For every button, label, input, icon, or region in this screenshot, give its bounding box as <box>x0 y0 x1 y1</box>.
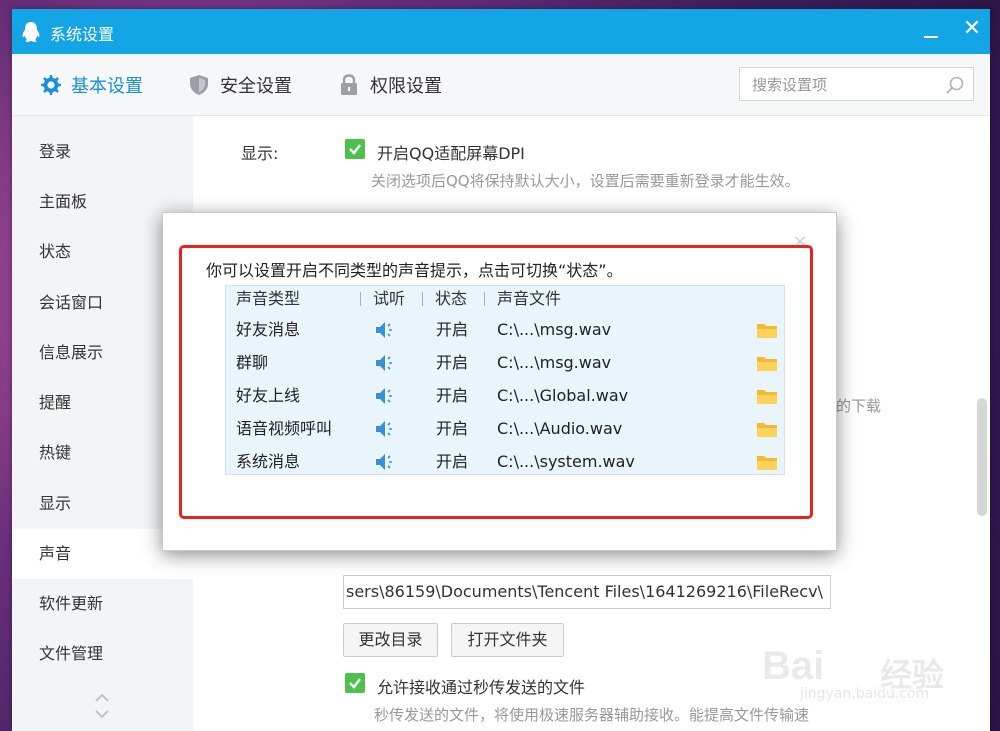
folder-icon[interactable] <box>756 453 778 471</box>
sound-file: C:\...\Audio.wav <box>497 419 623 438</box>
sound-file: C:\...\msg.wav <box>497 353 612 372</box>
sound-state[interactable]: 开启 <box>436 346 468 379</box>
speaker-icon[interactable] <box>374 387 394 405</box>
folder-icon[interactable] <box>756 387 778 405</box>
dpi-checkbox-label: 开启QQ适配屏幕DPI <box>377 144 525 163</box>
folder-icon[interactable] <box>756 354 778 372</box>
table-row[interactable]: 好友上线 开启 C:\...\Global.wav <box>226 379 784 412</box>
check-icon <box>349 144 361 155</box>
column-header-preview[interactable]: 试听 <box>373 286 405 312</box>
open-folder-button[interactable]: 打开文件夹 <box>451 623 564 657</box>
column-header-type[interactable]: 声音类型 <box>236 286 300 312</box>
search-box[interactable] <box>739 67 974 101</box>
gear-icon <box>41 75 61 95</box>
sidebar-item-login[interactable]: 登录 <box>12 127 193 177</box>
sidebar-item-file-management[interactable]: 文件管理 <box>12 629 193 679</box>
sound-type: 语音视频呼叫 <box>236 419 333 438</box>
accept-instant-transfer-label: 允许接收通过秒传发送的文件 <box>377 678 586 697</box>
speaker-icon[interactable] <box>374 420 394 438</box>
sound-type: 好友消息 <box>236 320 301 339</box>
search-icon[interactable] <box>945 75 965 95</box>
speaker-icon[interactable] <box>374 354 394 372</box>
download-hint-fragment: 的下载 <box>836 397 882 415</box>
settings-tab-bar: 基本设置 安全设置 权限设置 <box>12 54 990 116</box>
window-title: 系统设置 <box>50 25 115 44</box>
sound-table: 声音类型 试听 状态 声音文件 好友消息 开启 C:\...\msg.wav 群… <box>225 285 785 475</box>
sound-type: 群聊 <box>236 353 269 372</box>
tab-security-settings[interactable]: 安全设置 <box>187 71 292 99</box>
baidu-jingyan-watermark: Bai 经验 jingyan.baidu.com <box>762 624 982 714</box>
search-input[interactable] <box>750 69 944 101</box>
tab-permission-settings[interactable]: 权限设置 <box>337 71 442 99</box>
column-divider <box>422 292 423 306</box>
table-row[interactable]: 群聊 开启 C:\...\msg.wav <box>226 346 784 379</box>
column-divider <box>360 292 361 306</box>
sound-state[interactable]: 开启 <box>436 412 468 445</box>
sound-state[interactable]: 开启 <box>436 379 468 412</box>
instant-transfer-hint: 秒传发送的文件，将使用极速服务器辅助接收。能提高文件传输速 <box>374 706 810 724</box>
dpi-hint: 关闭选项后QQ将保持默认大小，设置后需要重新登录才能生效。 <box>371 172 800 190</box>
sound-state[interactable]: 开启 <box>436 313 468 346</box>
speaker-icon[interactable] <box>374 453 394 471</box>
dpi-checkbox[interactable] <box>345 139 365 159</box>
column-divider <box>484 292 485 306</box>
table-row[interactable]: 系统消息 开启 C:\...\system.wav <box>226 445 784 478</box>
lock-icon <box>341 74 357 95</box>
check-icon <box>349 678 361 689</box>
sound-type: 系统消息 <box>236 452 301 471</box>
dialog-description: 你可以设置开启不同类型的声音提示，点击可切换“状态”。 <box>206 261 623 280</box>
folder-icon[interactable] <box>756 420 778 438</box>
sound-file: C:\...\msg.wav <box>497 320 612 339</box>
folder-icon[interactable] <box>756 321 778 339</box>
tab-security-label: 安全设置 <box>220 76 292 97</box>
speaker-icon[interactable] <box>374 321 394 339</box>
chevron-up-down-icon[interactable] <box>92 689 112 723</box>
title-bar: 系统设置 ✕ <box>12 9 990 54</box>
close-button[interactable]: ✕ <box>960 17 984 41</box>
receive-path-field[interactable]: sers\86159\Documents\Tencent Files\16412… <box>343 575 831 609</box>
sound-settings-dialog: × 你可以设置开启不同类型的声音提示，点击可切换“状态”。 声音类型 试听 状态… <box>162 212 837 551</box>
display-section-label: 显示: <box>241 144 279 163</box>
sound-state[interactable]: 开启 <box>436 445 468 478</box>
tab-basic-label: 基本设置 <box>71 76 143 97</box>
tab-permission-label: 权限设置 <box>370 76 442 97</box>
sidebar-item-software-update[interactable]: 软件更新 <box>12 579 193 629</box>
watermark-url: jingyan.baidu.com <box>800 686 930 702</box>
sound-file: C:\...\system.wav <box>497 452 635 471</box>
minimize-button[interactable] <box>920 19 942 41</box>
column-header-state[interactable]: 状态 <box>435 286 467 312</box>
sound-type: 好友上线 <box>236 386 301 405</box>
column-header-file[interactable]: 声音文件 <box>497 286 561 312</box>
table-row[interactable]: 好友消息 开启 C:\...\msg.wav <box>226 313 784 346</box>
qq-penguin-icon <box>22 22 40 42</box>
scrollbar-thumb[interactable] <box>977 398 987 516</box>
change-directory-button[interactable]: 更改目录 <box>343 623 438 657</box>
tab-basic-settings[interactable]: 基本设置 <box>38 71 143 99</box>
accept-instant-transfer-checkbox[interactable] <box>345 673 365 693</box>
sound-file: C:\...\Global.wav <box>497 386 629 405</box>
shield-icon <box>190 75 208 95</box>
table-row[interactable]: 语音视频呼叫 开启 C:\...\Audio.wav <box>226 412 784 445</box>
watermark-brand: Bai <box>762 644 825 688</box>
